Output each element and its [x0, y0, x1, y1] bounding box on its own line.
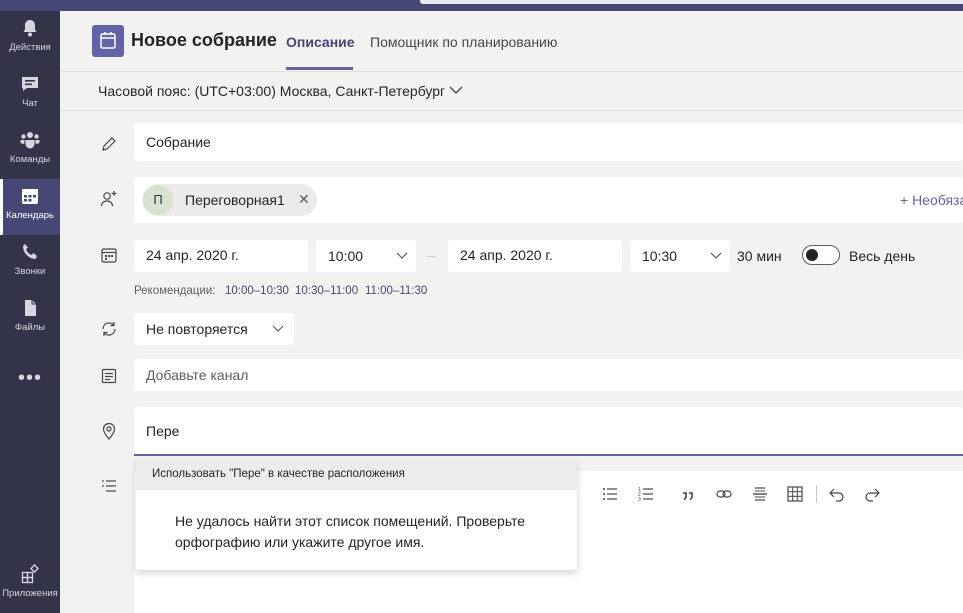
attendees-field[interactable]: П Переговорная1 ✕	[134, 177, 963, 223]
bell-icon	[23, 20, 37, 37]
location-pin-icon	[102, 422, 116, 440]
close-icon[interactable]: ✕	[298, 191, 310, 208]
start-date-value: 24 апр. 2020 г.	[146, 247, 239, 263]
no-rooms-message: Не удалось найти этот список помещений. …	[175, 513, 526, 550]
recommendations-label: Рекомендации:	[134, 285, 216, 297]
attendee-name: Переговорная1	[185, 192, 285, 208]
chevron-down-icon	[396, 252, 408, 259]
use-as-location-label: Использовать "Пере" в качестве расположе…	[152, 468, 405, 480]
calendar-icon	[22, 189, 38, 204]
repeat-select[interactable]: Не повторяется	[134, 313, 294, 345]
file-icon	[25, 300, 36, 316]
tab-description[interactable]: Описание	[286, 34, 355, 50]
phone-icon	[23, 244, 37, 259]
link-icon[interactable]	[715, 485, 733, 503]
timezone-selector[interactable]: Часовой пояс: (UTC+03:00) Москва, Санкт-…	[98, 83, 445, 99]
numbered-list-icon[interactable]: 123	[637, 485, 655, 503]
apps-icon	[21, 564, 39, 584]
rail-item-calendar[interactable]: Календарь	[0, 179, 60, 235]
location-suggestions-dropdown: Использовать "Пере" в качестве расположе…	[136, 460, 577, 570]
repeat-icon	[102, 322, 116, 336]
channel-placeholder: Добавьте канал	[146, 367, 249, 383]
toggle-knob	[806, 249, 818, 261]
undo-icon[interactable]	[828, 485, 846, 503]
title-field[interactable]: Собрание	[134, 123, 963, 161]
add-person-icon	[100, 191, 117, 207]
teams-icon	[20, 132, 40, 149]
all-day-toggle[interactable]	[802, 245, 840, 265]
active-tab-indicator	[286, 67, 353, 70]
horizontal-rule-icon[interactable]	[751, 485, 769, 503]
chevron-down-icon	[710, 252, 722, 259]
end-date-value: 24 апр. 2020 г.	[460, 247, 553, 263]
more-apps-button[interactable]: •••	[0, 367, 60, 390]
repeat-value: Не повторяется	[146, 321, 248, 337]
rail-item-calls[interactable]: Звонки	[0, 235, 60, 291]
end-time-select[interactable]: 10:30	[630, 240, 730, 272]
recommended-slot[interactable]: 10:00–10:30	[225, 285, 289, 297]
rail-item-label: Приложения	[2, 588, 58, 599]
calendar-icon	[100, 32, 116, 49]
start-time-value: 10:00	[328, 248, 364, 264]
recommended-slot[interactable]: 11:00–11:30	[365, 285, 427, 297]
table-icon[interactable]	[786, 485, 804, 503]
calendar-app-badge	[92, 25, 124, 57]
chevron-down-icon	[272, 325, 284, 332]
details-icon	[102, 480, 116, 492]
avatar: П	[143, 185, 173, 215]
use-as-location-option[interactable]: Использовать "Пере" в качестве расположе…	[136, 460, 577, 490]
rail-item-label: Команды	[9, 154, 51, 165]
location-input[interactable]: Пере	[146, 423, 179, 439]
svg-text:3: 3	[638, 497, 641, 503]
channel-icon	[101, 368, 117, 384]
title-bar	[0, 0, 963, 11]
rail-item-label: Звонки	[14, 266, 46, 277]
optional-attendees-link[interactable]: + Необяза	[900, 192, 963, 208]
search-bar[interactable]	[420, 0, 963, 4]
rail-item-apps[interactable]: Приложения	[0, 557, 60, 613]
timezone-row: Часовой пояс: (UTC+03:00) Москва, Санкт-…	[60, 72, 963, 111]
all-day-label: Весь день	[849, 248, 916, 264]
rail-item-teams[interactable]: Команды	[0, 123, 60, 179]
attendee-chip[interactable]: П Переговорная1 ✕	[142, 184, 317, 216]
arrow-right-icon: →	[424, 246, 439, 263]
app-rail: Действия Чат Команды Календарь Звонки Фа…	[0, 11, 60, 613]
title-input[interactable]: Собрание	[146, 134, 211, 150]
rail-item-label: Действия	[9, 42, 51, 53]
rail-item-label: Календарь	[6, 210, 54, 221]
calendar-icon	[101, 248, 117, 263]
start-date-picker[interactable]: 24 апр. 2020 г.	[134, 240, 308, 272]
chevron-down-icon[interactable]	[449, 85, 463, 95]
bulleted-list-icon[interactable]	[601, 485, 619, 503]
toolbar-divider	[816, 485, 817, 503]
end-date-picker[interactable]: 24 апр. 2020 г.	[448, 240, 622, 272]
tab-scheduling-assistant[interactable]: Помощник по планированию	[370, 34, 557, 50]
start-time-select[interactable]: 10:00	[316, 240, 416, 272]
page-title: Новое собрание	[131, 30, 277, 50]
quote-icon[interactable]	[679, 485, 697, 503]
duration-label: 30 мин	[737, 248, 782, 264]
channel-field[interactable]: Добавьте канал	[134, 359, 963, 391]
recommended-slot[interactable]: 10:30–11:00	[295, 285, 358, 297]
rail-item-label: Чат	[22, 98, 38, 109]
rail-item-activity[interactable]: Действия	[0, 11, 60, 67]
end-time-value: 10:30	[642, 248, 678, 264]
redo-icon[interactable]	[863, 485, 881, 503]
chat-icon	[22, 77, 38, 91]
rail-item-chat[interactable]: Чат	[0, 67, 60, 123]
rail-item-files[interactable]: Файлы	[0, 291, 60, 347]
pencil-icon	[102, 137, 116, 151]
rail-item-label: Файлы	[14, 322, 46, 333]
meeting-header: Новое собрание Описание Помощник по план…	[60, 11, 963, 72]
location-field[interactable]: Пере	[134, 407, 963, 456]
